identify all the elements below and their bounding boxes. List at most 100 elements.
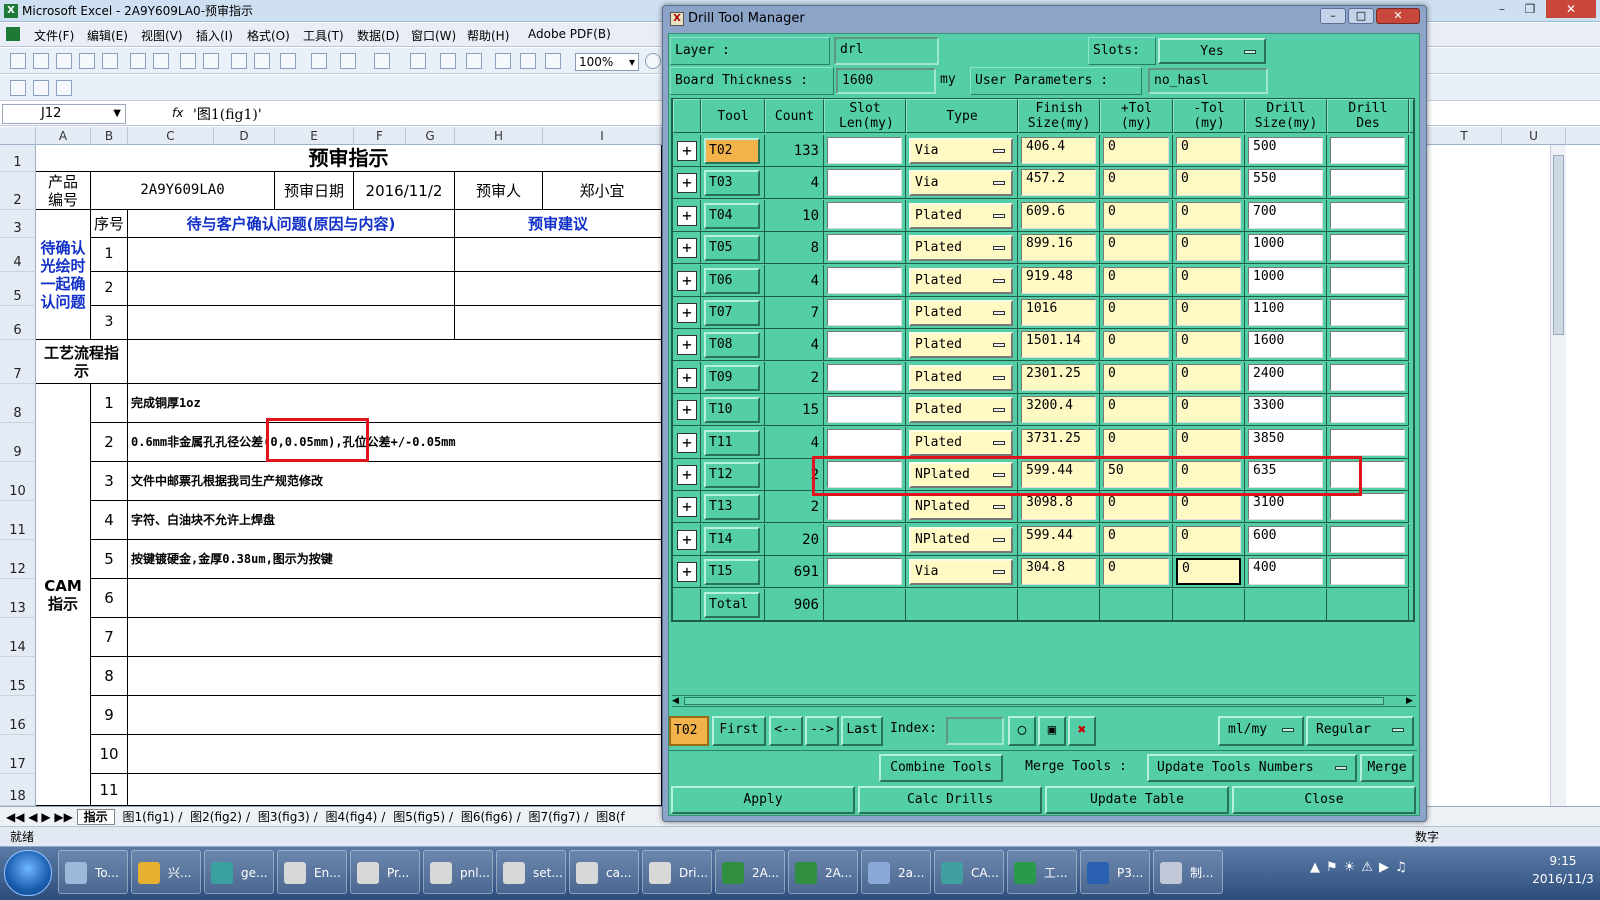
plus-tol-input[interactable]: 0 <box>1103 558 1169 586</box>
slot-len-input[interactable] <box>827 331 902 359</box>
plus-tol-input[interactable]: 0 <box>1103 428 1169 456</box>
plus-tol-input[interactable]: 0 <box>1103 363 1169 391</box>
close-icon[interactable]: ✕ <box>1546 0 1596 18</box>
slot-len-input[interactable] <box>827 428 902 456</box>
taskbar-item[interactable]: pnl... <box>423 850 493 894</box>
slot-len-input[interactable] <box>827 493 902 521</box>
cam-item-no[interactable]: 6 <box>91 579 128 618</box>
drill-des-input[interactable] <box>1330 493 1405 521</box>
cam-item-text[interactable] <box>128 696 662 735</box>
combine-tools-button[interactable]: Combine Tools <box>879 754 1003 782</box>
process-cell[interactable] <box>128 340 662 384</box>
drill-des-input[interactable] <box>1330 363 1405 391</box>
cam-item-text[interactable] <box>128 774 662 806</box>
menu-window[interactable]: 窗口(W) <box>411 27 456 44</box>
cam-item-no[interactable]: 8 <box>91 657 128 696</box>
minus-tol-input[interactable]: 0 <box>1176 558 1241 586</box>
plus-tol-input[interactable]: 0 <box>1103 234 1169 262</box>
tool-button[interactable]: T05 <box>704 235 760 262</box>
drill-size-input[interactable]: 3300 <box>1248 396 1323 424</box>
taskbar-item[interactable]: 兴... <box>131 850 201 894</box>
scroll-right-icon[interactable]: ▶ <box>1406 696 1416 706</box>
taskbar-item[interactable]: ge... <box>204 850 274 894</box>
taskbar-item[interactable]: Dri... <box>642 850 712 894</box>
drill-des-input[interactable] <box>1330 558 1405 586</box>
slot-len-input[interactable] <box>827 299 902 326</box>
drill-des-input[interactable] <box>1330 201 1405 229</box>
plus-tol-input[interactable]: 0 <box>1103 266 1169 294</box>
expand-icon[interactable]: + <box>677 432 697 453</box>
slot-len-input[interactable] <box>827 234 902 262</box>
header-tool[interactable]: Tool <box>701 99 765 133</box>
col-header-t[interactable]: T <box>1427 127 1502 145</box>
tool-button[interactable]: T11 <box>704 429 760 456</box>
formula-input[interactable]: '图1(fig1)' <box>193 104 262 124</box>
cam-item-no[interactable]: 7 <box>91 618 128 657</box>
type-select[interactable]: NPlated <box>909 494 1013 521</box>
tool-button[interactable]: T07 <box>704 300 760 326</box>
restore-icon[interactable]: ❐ <box>1516 0 1544 18</box>
calc-drills-button[interactable]: Calc Drills <box>858 786 1042 814</box>
plus-tol-input[interactable]: 0 <box>1103 137 1169 164</box>
plus-tol-input[interactable]: 0 <box>1103 299 1169 326</box>
type-select[interactable]: Plated <box>909 235 1013 262</box>
drill-size-input[interactable]: 1000 <box>1248 234 1323 262</box>
last-button[interactable]: Last <box>841 716 883 746</box>
grid-horizontal-scrollbar[interactable]: ◀ ▶ <box>672 695 1416 707</box>
hyperlink-icon[interactable] <box>374 53 390 69</box>
row-header-12[interactable]: 12 <box>0 540 36 579</box>
expand-icon[interactable]: + <box>677 238 697 259</box>
tab-fig2[interactable]: 图2(fig2) <box>186 810 246 824</box>
drill-des-input[interactable] <box>1330 525 1405 553</box>
reviewer-label[interactable]: 预审人 <box>455 172 543 210</box>
expand-icon[interactable]: + <box>677 562 697 583</box>
tool-button[interactable]: T02 <box>704 138 760 164</box>
drill-size-input[interactable]: 2400 <box>1248 363 1323 391</box>
row-header-15[interactable]: 15 <box>0 657 36 696</box>
cam-item-no[interactable]: 10 <box>91 735 128 774</box>
expand-icon[interactable]: + <box>677 529 697 550</box>
menu-view[interactable]: 视图(V) <box>141 27 183 44</box>
pdf-email-icon[interactable] <box>33 80 49 96</box>
taskbar-item[interactable]: set... <box>496 850 566 894</box>
minimize-icon[interactable]: – <box>1488 0 1516 18</box>
header-plus-tol[interactable]: +Tol (my) <box>1100 99 1173 133</box>
tab-fig4[interactable]: 图4(fig4) <box>322 810 382 824</box>
pending-suggest-cell[interactable] <box>455 306 662 340</box>
plus-tol-input[interactable]: 0 <box>1103 201 1169 229</box>
drill-size-input[interactable]: 550 <box>1248 169 1323 197</box>
cam-item-text[interactable] <box>128 735 662 774</box>
pending-row-no[interactable]: 3 <box>91 306 128 340</box>
expand-icon[interactable]: + <box>677 303 697 323</box>
header-count[interactable]: Count <box>765 99 824 133</box>
minus-tol-input[interactable]: 0 <box>1176 396 1241 424</box>
taskbar-item[interactable]: 2a... <box>861 850 931 894</box>
col-header-a[interactable]: A <box>36 127 91 145</box>
print-icon[interactable] <box>102 53 118 69</box>
type-select[interactable]: Via <box>909 138 1013 164</box>
slot-len-input[interactable] <box>827 266 902 294</box>
review-date[interactable]: 2016/11/2 <box>354 172 455 210</box>
menu-tools[interactable]: 工具(T) <box>303 27 344 44</box>
col-header-e[interactable]: E <box>275 127 354 145</box>
seq-label[interactable]: 序号 <box>91 210 128 238</box>
finish-size-input[interactable]: 919.48 <box>1021 266 1096 294</box>
slot-len-input[interactable] <box>827 363 902 391</box>
drill-size-input[interactable]: 1000 <box>1248 266 1323 294</box>
drill-des-input[interactable] <box>1330 396 1405 424</box>
minimize-icon[interactable]: – <box>1320 8 1346 24</box>
open-icon[interactable] <box>33 53 49 69</box>
header-drill-des[interactable]: Drill Des <box>1327 99 1409 133</box>
new-icon[interactable] <box>10 53 26 69</box>
expand-icon[interactable]: + <box>677 270 697 291</box>
tab-fig7[interactable]: 图7(fig7) <box>525 810 585 824</box>
pending-label[interactable]: 待确认光绘时一起确认问题 <box>36 210 91 340</box>
drill-size-input[interactable]: 500 <box>1248 137 1323 164</box>
header-drill-size[interactable]: Drill Size(my) <box>1245 99 1327 133</box>
workbook-icon[interactable] <box>6 27 20 41</box>
menu-format[interactable]: 格式(O) <box>247 27 290 44</box>
next-button[interactable]: --> <box>805 716 839 746</box>
finish-size-input[interactable]: 2301.25 <box>1021 363 1096 391</box>
product-label[interactable]: 产品编号 <box>36 172 91 210</box>
tab-nav-icons[interactable]: ◀◀ ◀ ▶ ▶▶ <box>0 810 73 824</box>
